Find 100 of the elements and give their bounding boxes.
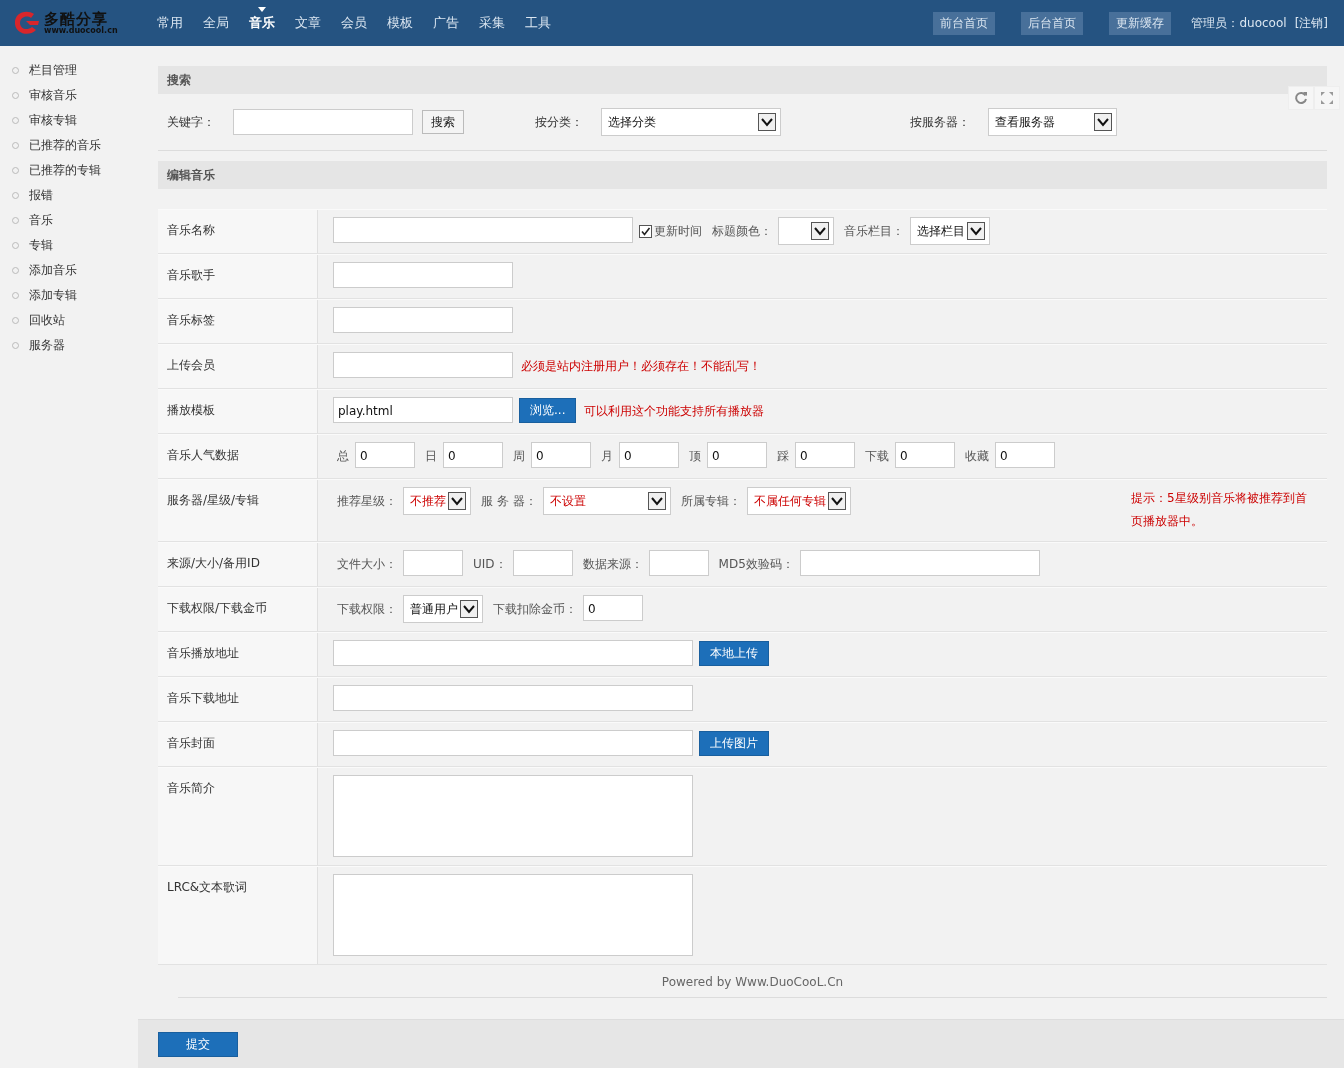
input-field[interactable]: 0 [795,442,855,468]
dropdown[interactable]: 查看服务器 [988,108,1117,136]
sidebar-item[interactable]: 专辑 [29,237,53,254]
field-label: 日 [425,448,437,465]
nav-tab[interactable]: 音乐 [239,0,285,46]
upload-button[interactable]: 浏览... [519,398,577,423]
dropdown[interactable]: 选择分类 [601,108,781,136]
nav-tab[interactable]: 广告 [423,0,469,46]
nav-tab[interactable]: 采集 [469,0,515,46]
nav-tab[interactable]: 常用 [147,0,193,46]
header-button[interactable]: 更新缓存 [1109,11,1172,35]
dropdown[interactable]: 选择栏目 [910,217,990,245]
nav-tab[interactable]: 模板 [377,0,423,46]
sidebar-item[interactable]: 栏目管理 [29,62,77,79]
field-label: 顶 [689,448,701,465]
input-field[interactable] [403,550,463,576]
upload-button[interactable]: 上传图片 [699,731,769,756]
field-label: 踩 [777,448,789,465]
submit-button[interactable]: 提交 [158,1031,238,1057]
sidebar-item[interactable]: 报错 [29,187,53,204]
nav-tab[interactable]: 文章 [285,0,331,46]
admin-label: 管理员：duocool [1191,14,1287,32]
dropdown[interactable]: 不推荐 [403,487,471,515]
refresh-icon[interactable] [1288,86,1314,110]
sidebar-item[interactable]: 添加专辑 [29,287,77,304]
field-label: 所属专辑： [680,493,741,510]
field-label: UID： [473,556,507,573]
input-field[interactable] [333,352,513,378]
input-field[interactable] [648,550,709,576]
hint-text: 提示：5星级别音乐将被推荐到首页播放器中。 [1131,490,1308,530]
text-area[interactable] [333,874,693,956]
input-field[interactable] [233,109,413,135]
input-field[interactable]: 0 [355,442,415,468]
field-label: 标题颜色： [712,223,772,240]
checkbox-label[interactable]: 更新时间 [654,217,702,245]
hint-text: 可以利用这个功能支持所有播放器 [584,403,765,420]
sidebar-item[interactable]: 回收站 [29,312,65,329]
text-area[interactable] [333,775,693,857]
field-label: 按分类： [535,113,583,131]
field-label: 下载扣除金币： [493,601,577,618]
footer-text: Powered by Www.DuoCooL.Cn [178,965,1327,998]
dropdown[interactable]: 不属任何专辑 [746,487,851,515]
sidebar-item[interactable]: 音乐 [29,212,53,229]
fullscreen-icon[interactable] [1314,86,1340,110]
sidebar-item[interactable]: 审核专辑 [29,112,77,129]
sidebar-item[interactable]: 添加音乐 [29,262,77,279]
nav-tab[interactable]: 会员 [331,0,377,46]
dropdown[interactable] [778,217,834,245]
dropdown[interactable]: 普通用户 [403,595,483,623]
sidebar-item[interactable]: 审核音乐 [29,87,77,104]
upload-button[interactable]: 本地上传 [699,641,769,666]
input-field[interactable] [512,550,573,576]
field-label: 服务器/星级/专辑 [167,493,260,507]
field-label: 文件大小： [337,556,397,573]
field-label: 下载 [865,448,889,465]
field-label: 月 [601,448,613,465]
sidebar-item[interactable]: 已推荐的专辑 [29,162,101,179]
field-label: 音乐栏目： [844,223,904,240]
field-label: MD5效验码： [718,556,794,573]
input-field[interactable] [333,730,693,756]
field-label: 音乐名称 [167,223,215,237]
input-field[interactable] [333,685,693,711]
field-label: 按服务器： [910,113,970,131]
field-label: 关键字： [167,113,215,131]
nav-tab[interactable]: 全局 [193,0,239,46]
input-field[interactable] [333,217,633,243]
field-label: 数据来源： [582,556,643,573]
field-label: 音乐标签 [167,313,215,327]
checkbox[interactable] [639,224,652,238]
header-button[interactable]: 后台首页 [1021,11,1084,35]
sidebar-item[interactable]: 服务器 [29,337,65,354]
field-label: 总 [337,448,349,465]
input-field[interactable] [333,640,693,666]
input-field[interactable]: 0 [995,442,1055,468]
field-label: 上传会员 [167,358,215,372]
input-field[interactable] [333,262,513,288]
nav-tab[interactable]: 工具 [515,0,561,46]
input-field[interactable] [799,550,1040,576]
section-title: 搜索 [167,71,191,89]
input-field[interactable]: 0 [619,442,679,468]
section-title: 编辑音乐 [167,166,215,184]
logo-text: 多酷分享 [44,11,108,27]
input-field[interactable]: 0 [443,442,503,468]
field-label: 音乐人气数据 [167,448,239,462]
field-label: 音乐歌手 [167,268,215,282]
input-field[interactable]: 0 [583,595,643,621]
field-label: 收藏 [965,448,989,465]
input-field[interactable]: play.html [333,397,513,423]
search-button[interactable]: 搜索 [422,110,464,134]
logout-link[interactable]: [注销] [1294,14,1328,32]
sidebar-item[interactable]: 已推荐的音乐 [29,137,101,154]
header-button[interactable]: 前台首页 [933,11,996,35]
input-field[interactable]: 0 [895,442,955,468]
input-field[interactable]: 0 [531,442,591,468]
input-field[interactable]: 0 [707,442,767,468]
input-field[interactable] [333,307,513,333]
dragon-logo-icon [12,9,42,37]
dropdown[interactable]: 不设置 [542,487,671,515]
field-label: 来源/大小/备用ID [167,556,260,570]
field-label: 下载权限： [337,601,397,618]
